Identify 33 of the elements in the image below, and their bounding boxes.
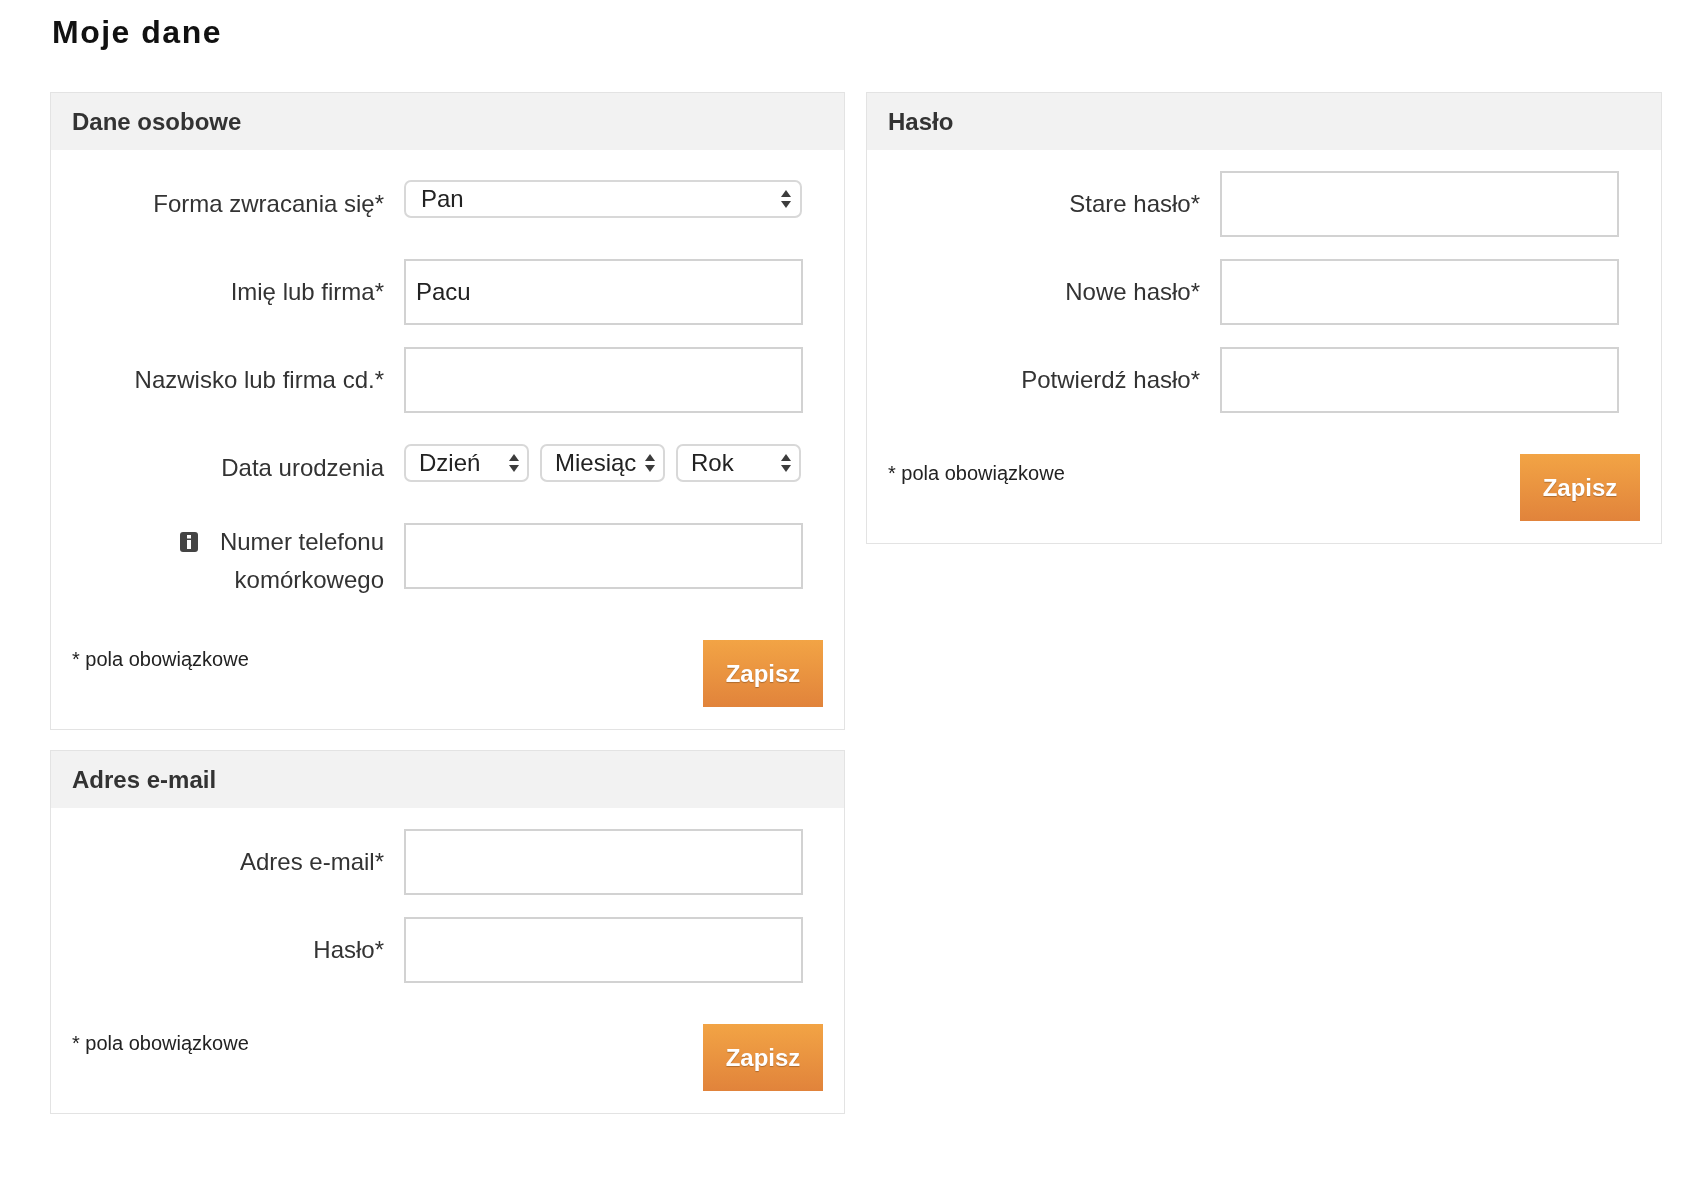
text-field[interactable] — [1220, 171, 1619, 237]
panel-title: Hasło — [888, 107, 954, 136]
field-label: Nazwisko lub firma cd.* — [134, 365, 384, 395]
text-field[interactable] — [404, 829, 803, 895]
text-field[interactable] — [404, 347, 803, 413]
field-label: Data urodzenia — [221, 453, 384, 483]
panel-title: Adres e-mail — [72, 765, 217, 794]
field-label: Nowe hasło* — [1065, 277, 1200, 307]
field-label: Adres e-mail* — [239, 847, 384, 877]
text-field[interactable] — [404, 523, 803, 589]
up-down-arrows-icon — [645, 454, 655, 472]
text-field[interactable] — [404, 917, 803, 983]
required-note: * pola obowiązkowe — [888, 461, 1065, 485]
text-field[interactable] — [1220, 259, 1619, 325]
field-label: Imię lub firma* — [230, 277, 384, 307]
field-label: Potwierdź hasło* — [1021, 365, 1200, 395]
field-label: Hasło* — [313, 935, 384, 965]
text-field[interactable] — [1220, 347, 1619, 413]
up-down-arrows-icon — [509, 454, 519, 472]
field-label: Stare hasło* — [1069, 189, 1200, 219]
panel-title: Dane osobowe — [72, 107, 242, 136]
select-field[interactable]: Dzień — [404, 444, 529, 482]
select-field[interactable]: Pan — [404, 180, 802, 218]
select-field[interactable]: Miesiąc — [540, 444, 665, 482]
up-down-arrows-icon — [781, 190, 791, 208]
field-label: Numer telefonu komórkowego — [218, 527, 384, 595]
required-note: * pola obowiązkowe — [72, 1031, 249, 1055]
field-label: Forma zwracania się* — [153, 189, 384, 219]
page-title: Moje dane — [52, 13, 222, 51]
up-down-arrows-icon — [781, 454, 791, 472]
select-field[interactable]: Rok — [676, 444, 801, 482]
text-field[interactable]: Pacu — [404, 259, 803, 325]
required-note: * pola obowiązkowe — [72, 647, 249, 671]
